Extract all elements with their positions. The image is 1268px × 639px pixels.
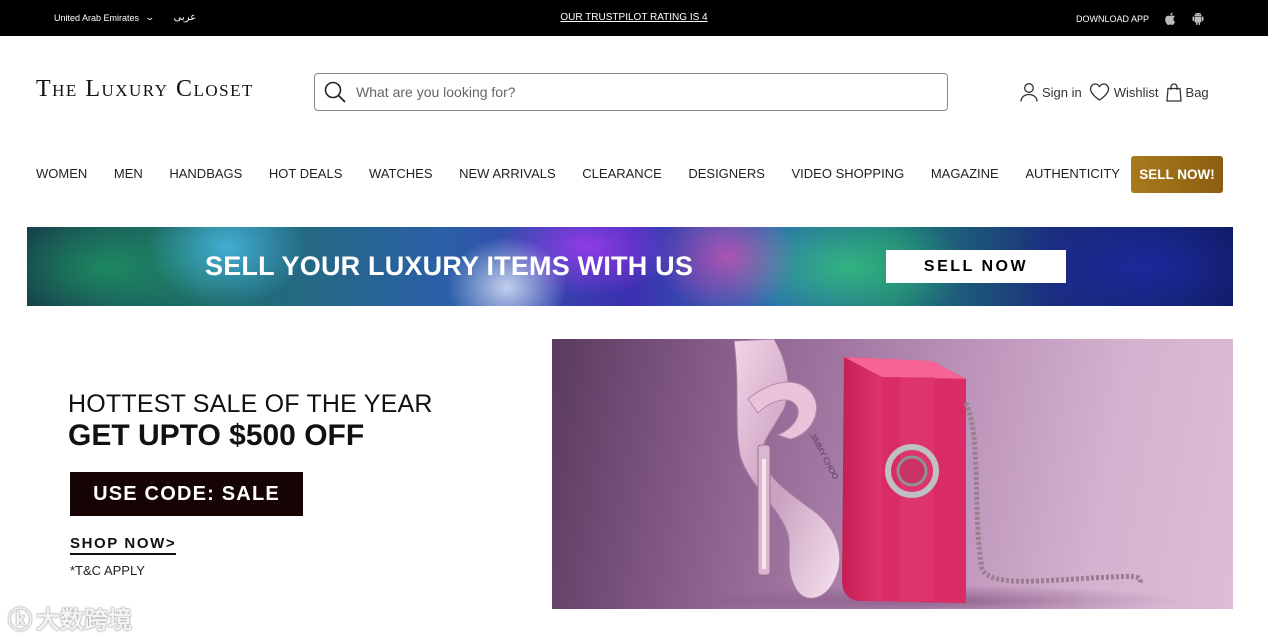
insole-brand: JIMMY CHOO <box>808 432 840 481</box>
watermark-logo-icon: ⓚ <box>8 607 32 634</box>
banner-sell-now-button[interactable]: SELL NOW <box>886 250 1066 283</box>
sell-banner[interactable]: SELL YOUR LUXURY ITEMS WITH US SELL NOW <box>27 227 1233 306</box>
apple-icon[interactable] <box>1165 12 1176 25</box>
nav-item-handbags[interactable]: HANDBAGS <box>169 166 242 181</box>
nav-item-men[interactable]: MEN <box>114 166 143 181</box>
bag-button[interactable]: Bag <box>1165 82 1209 102</box>
wishlist-button[interactable]: Wishlist <box>1089 83 1159 101</box>
android-icon[interactable] <box>1192 12 1204 25</box>
search-input[interactable] <box>356 84 916 100</box>
search-bar[interactable] <box>314 73 948 111</box>
download-app: DOWNLOAD APP <box>1076 12 1204 25</box>
heart-icon <box>1089 83 1109 101</box>
nav-item-watches[interactable]: WATCHES <box>369 166 433 181</box>
account-actions: Sign in Wishlist Bag <box>1020 82 1216 102</box>
banner-headline: SELL YOUR LUXURY ITEMS WITH US <box>205 251 694 281</box>
promo-code-label: USE CODE: SALE <box>93 482 280 505</box>
nav-item-hot-deals[interactable]: HOT DEALS <box>269 166 342 181</box>
sandal-graphic: JIMMY CHOO <box>733 339 841 599</box>
trustpilot-link[interactable]: OUR TRUSTPILOT RATING IS 4 <box>560 12 707 23</box>
watermark: ⓚ 大数跨境 <box>8 600 132 635</box>
watermark-text: 大数跨境 <box>36 607 132 634</box>
promo-heading: HOTTEST SALE OF THE YEAR <box>68 390 433 418</box>
shop-now-link[interactable]: SHOP NOW> <box>70 535 177 555</box>
nav-item-new-arrivals[interactable]: NEW ARRIVALS <box>459 166 556 181</box>
nav-item-women[interactable]: WOMEN <box>36 166 87 181</box>
sell-now-button[interactable]: SELL NOW! <box>1131 156 1223 193</box>
promo-offer: GET UPTO $500 OFF <box>68 419 365 452</box>
sign-in-label: Sign in <box>1042 84 1082 100</box>
sign-in-button[interactable]: Sign in <box>1020 82 1082 102</box>
nav-item-magazine[interactable]: MAGAZINE <box>931 166 999 181</box>
user-icon <box>1020 83 1038 102</box>
hero-image[interactable]: JIMMY CHOO <box>552 339 1233 609</box>
terms-note: *T&C APPLY <box>70 563 145 578</box>
search-icon[interactable] <box>323 80 347 104</box>
nav-item-authenticity[interactable]: AUTHENTICITY <box>1025 166 1120 181</box>
bag-icon <box>1165 82 1182 102</box>
site-logo[interactable]: The Luxury Closet <box>36 76 254 103</box>
promo-code-box: USE CODE: SALE <box>70 472 303 516</box>
main-nav: WOMEN MEN HANDBAGS HOT DEALS WATCHES NEW… <box>36 166 1147 181</box>
nav-item-clearance[interactable]: CLEARANCE <box>582 166 661 181</box>
nav-item-designers[interactable]: DESIGNERS <box>688 166 765 181</box>
handbag-graphic <box>842 357 1143 603</box>
bag-label: Bag <box>1185 84 1209 100</box>
wishlist-label: Wishlist <box>1113 84 1159 100</box>
download-app-label: DOWNLOAD APP <box>1075 13 1149 24</box>
top-bar: United Arab Emirates ⌄ عربى OUR TRUSTPIL… <box>0 0 1268 36</box>
nav-item-video-shopping[interactable]: VIDEO SHOPPING <box>792 166 905 181</box>
hero-illustration: JIMMY CHOO <box>702 339 1182 609</box>
